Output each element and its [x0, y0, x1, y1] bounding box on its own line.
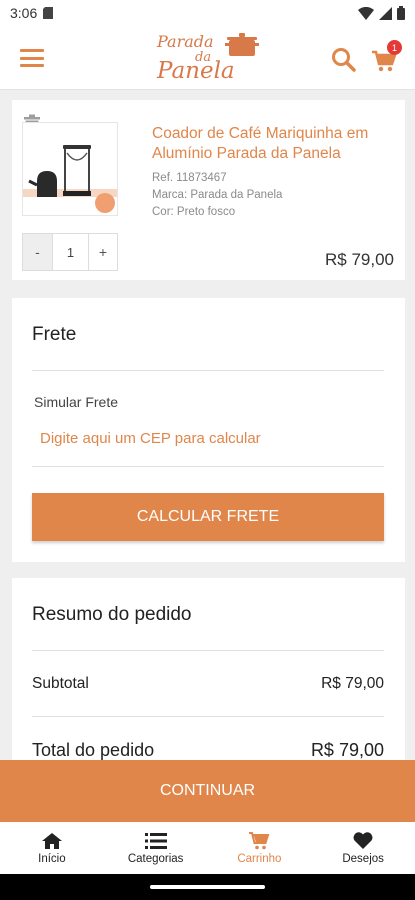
nav-item-inicio[interactable]: Início: [0, 822, 104, 874]
cart-count-badge: 1: [387, 40, 402, 55]
coffee-dripper-image: [23, 145, 117, 213]
product-brand: Marca: Parada da Panela: [152, 189, 283, 201]
order-summary-heading: Resumo do pedido: [32, 604, 192, 625]
status-time: 3:06: [10, 5, 38, 21]
cep-underline: [32, 466, 384, 467]
nav-label-inicio: Início: [38, 852, 66, 865]
continue-button[interactable]: CONTINUAR: [0, 760, 415, 822]
order-summary-card: Resumo do pedido Subtotal R$ 79,00 Total…: [12, 578, 405, 778]
total-label: Total do pedido: [32, 740, 155, 760]
cart-icon: [249, 831, 270, 849]
quantity-stepper: - 1 +: [22, 233, 118, 271]
simulate-shipping-label: Simular Frete: [34, 394, 119, 410]
product-meta: Ref. 11873467 Marca: Parada da Panela Co…: [152, 170, 282, 221]
pot-icon: [225, 33, 259, 56]
list-icon: [144, 832, 167, 849]
sd-card-icon: [43, 7, 54, 19]
store-logo[interactable]: Parada da Panela: [155, 30, 265, 86]
logo-text-panela: Panela: [157, 58, 235, 84]
nav-item-carrinho[interactable]: Carrinho: [208, 822, 312, 874]
nav-label-categorias: Categorias: [127, 852, 184, 865]
shipping-heading: Frete: [32, 324, 77, 345]
battery-icon: [397, 6, 405, 20]
subtotal-label: Subtotal: [32, 675, 89, 692]
nav-item-desejos[interactable]: Desejos: [311, 822, 415, 874]
app-header: Parada da Panela 1: [0, 26, 415, 90]
divider: [32, 716, 384, 717]
search-icon[interactable]: [330, 46, 356, 72]
home-gesture-handle[interactable]: [150, 885, 265, 889]
product-image[interactable]: [22, 122, 118, 216]
home-icon: [41, 832, 62, 849]
quantity-value[interactable]: 1: [52, 234, 88, 270]
hamburger-menu-icon[interactable]: [18, 46, 46, 70]
total-value: R$ 79,00: [310, 740, 384, 760]
nav-label-desejos: Desejos: [342, 852, 384, 865]
logo-text-parada: Parada: [157, 32, 214, 51]
heart-icon: [353, 831, 373, 849]
status-bar: 3:06: [0, 0, 415, 26]
divider: [32, 370, 384, 371]
divider: [32, 650, 384, 651]
calculate-shipping-button[interactable]: CALCULAR FRETE: [32, 493, 384, 541]
product-ref: Ref. 11873467: [152, 172, 227, 184]
wifi-icon: [358, 6, 374, 20]
cep-input[interactable]: [34, 426, 369, 451]
product-title[interactable]: Coador de Café Mariquinha em Alumínio Pa…: [152, 124, 392, 164]
shipping-card: Frete Simular Frete CALCULAR FRETE: [12, 298, 405, 562]
product-color: Cor: Preto fosco: [152, 206, 236, 218]
decrease-quantity-button[interactable]: -: [23, 234, 52, 270]
cart-item-card: Coador de Café Mariquinha em Alumínio Pa…: [12, 100, 405, 280]
system-navigation-bar: [0, 874, 415, 900]
increase-quantity-button[interactable]: +: [88, 234, 117, 270]
nav-label-carrinho: Carrinho: [237, 852, 282, 865]
cart-icon-button[interactable]: 1: [370, 40, 402, 74]
subtotal-value: R$ 79,00: [321, 675, 384, 692]
nav-item-categorias[interactable]: Categorias: [104, 822, 208, 874]
signal-icon: [379, 6, 392, 20]
bottom-navigation: Início Categorias Carrinho Desejos: [0, 822, 415, 874]
subtotal-row: Subtotal R$ 79,00: [32, 675, 384, 693]
total-row: Total do pedido R$ 79,00: [32, 740, 384, 761]
product-price: R$ 79,00: [325, 250, 394, 269]
